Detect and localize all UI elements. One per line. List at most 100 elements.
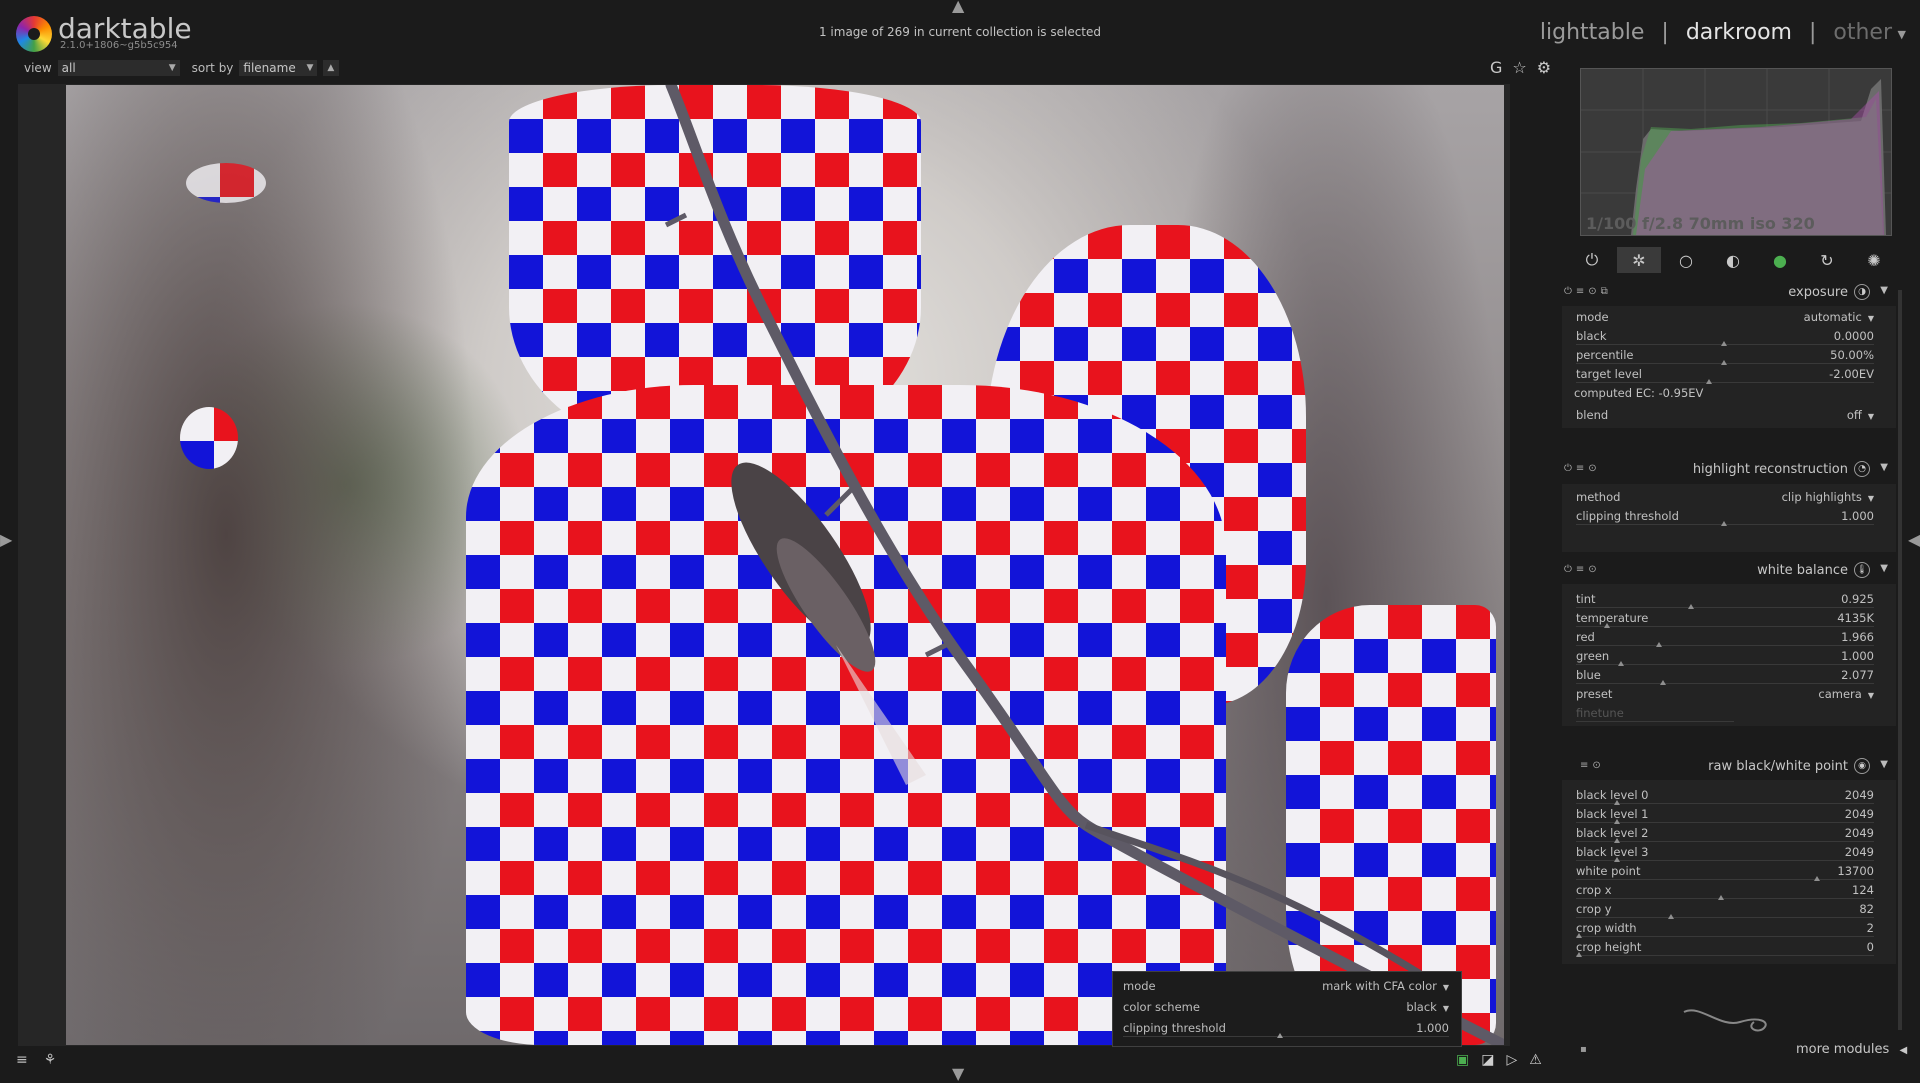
white-balance-module-header[interactable]: ⏻≡⊙ white balance 🌡 ▼ (1562, 560, 1898, 582)
exposure-black-slider[interactable]: black 0.0000 (1576, 329, 1874, 346)
exposure-mode-row[interactable]: mode automatic ▼ (1576, 310, 1874, 326)
slider-track (1576, 936, 1874, 937)
preset-value: camera ▼ (1818, 687, 1874, 701)
crop-x-slider[interactable]: crop x 124 (1576, 883, 1874, 900)
red-label: red (1576, 630, 1595, 644)
slider-marker[interactable] (1814, 876, 1820, 881)
expand-arrow-icon[interactable]: ▼ (1880, 759, 1888, 770)
sort-ascending-icon: ▲ (327, 63, 335, 73)
black-level-1-value: 2049 (1844, 807, 1874, 821)
crop-y-slider[interactable]: crop y 82 (1576, 902, 1874, 919)
power-icon[interactable]: ⏻ (1570, 247, 1614, 273)
slider-marker[interactable] (1688, 604, 1694, 609)
softproof-icon[interactable]: ▷ (1506, 1052, 1517, 1068)
center-image[interactable] (66, 85, 1504, 1045)
wb-green-slider[interactable]: green 1.000 (1576, 649, 1874, 666)
basic-circle-icon[interactable]: ○ (1664, 247, 1708, 273)
chevron-down-icon: ▼ (1442, 1004, 1449, 1013)
module-controls-icon[interactable]: ⏻≡⊙ (1564, 564, 1601, 575)
slider-marker[interactable] (1576, 952, 1582, 957)
raw-black-white-icon: ◉ (1854, 758, 1870, 774)
raw-overexposed-indicator-icon[interactable]: ▣ (1456, 1052, 1469, 1068)
crop-height-slider[interactable]: crop height 0 (1576, 940, 1874, 957)
highlight-clipping-threshold-slider[interactable]: clipping threshold 1.000 (1576, 509, 1874, 526)
crop-width-slider[interactable]: crop width 2 (1576, 921, 1874, 938)
color-scheme-row[interactable]: color scheme black ▼ (1123, 1000, 1449, 1016)
exposure-blend-row[interactable]: blend off ▼ (1576, 408, 1874, 424)
slider-marker[interactable] (1721, 521, 1727, 526)
crop-width-value: 2 (1866, 921, 1874, 935)
collapse-left-panel-icon[interactable]: ▶ (0, 530, 12, 549)
wb-tint-slider[interactable]: tint 0.925 (1576, 592, 1874, 609)
histogram[interactable] (1580, 68, 1892, 236)
wb-temperature-slider[interactable]: temperature 4135K (1576, 611, 1874, 628)
slider-marker[interactable] (1604, 623, 1610, 628)
view-lighttable[interactable]: lighttable (1540, 20, 1644, 45)
slider-marker[interactable] (1721, 360, 1727, 365)
more-modules-menu-icon[interactable]: ▪ (1580, 1044, 1587, 1055)
black-level-3-slider[interactable]: black level 3 2049 (1576, 845, 1874, 862)
collapse-bottom-arrow-icon[interactable]: ▼ (952, 1064, 964, 1083)
hamburger-menu-icon[interactable]: ≡ (16, 1052, 28, 1068)
overexposed-indicator-icon[interactable]: ◪ (1481, 1052, 1494, 1068)
slider-marker[interactable] (1277, 1033, 1283, 1038)
slider-marker[interactable] (1614, 800, 1620, 805)
correct-icon[interactable]: ↻ (1805, 247, 1849, 273)
wb-red-slider[interactable]: red 1.966 (1576, 630, 1874, 647)
slider-marker[interactable] (1668, 914, 1674, 919)
star-overlay-icon[interactable]: ☆ (1512, 58, 1526, 77)
slider-marker[interactable] (1614, 819, 1620, 824)
exposure-target-level-slider[interactable]: target level -2.00EV (1576, 367, 1874, 384)
styles-icon[interactable]: ⚘ (44, 1052, 57, 1068)
exposure-module-header[interactable]: ⏻≡⊙⧉ exposure ◑ ▼ (1562, 282, 1898, 304)
color-scheme-label: color scheme (1123, 1000, 1200, 1014)
gear-icon[interactable]: ⚙ (1537, 58, 1551, 77)
module-controls-icon[interactable]: ⏻≡⊙ (1564, 463, 1601, 474)
clipping-mode-row[interactable]: mode mark with CFA color ▼ (1123, 979, 1449, 995)
slider-marker[interactable] (1614, 838, 1620, 843)
grouping-icon[interactable]: G (1490, 58, 1502, 77)
effect-icon[interactable]: ✺ (1852, 247, 1896, 273)
favorite-icon[interactable]: ✲ (1617, 247, 1661, 273)
right-panel-scrollbar[interactable] (1898, 290, 1902, 1030)
white-point-slider[interactable]: white point 13700 (1576, 864, 1874, 881)
gamut-check-icon[interactable]: ⚠ (1529, 1052, 1542, 1068)
highlight-reconstruction-module-header[interactable]: ⏻≡⊙ highlight reconstruction ◔ ▼ (1562, 459, 1898, 481)
slider-marker[interactable] (1660, 680, 1666, 685)
color-icon[interactable]: ● (1758, 247, 1802, 273)
slider-marker[interactable] (1718, 895, 1724, 900)
module-controls-icon[interactable]: ≡⊙ (1580, 760, 1605, 771)
expand-arrow-icon[interactable]: ▼ (1880, 462, 1888, 473)
wb-blue-slider[interactable]: blue 2.077 (1576, 668, 1874, 685)
collapse-right-panel-icon[interactable]: ◀ (1908, 530, 1920, 549)
view-filter-combo[interactable]: all ▼ (57, 60, 180, 76)
slider-marker[interactable] (1706, 379, 1712, 384)
expand-arrow-icon[interactable]: ▼ (1880, 285, 1888, 296)
collapse-top-arrow-icon[interactable]: ▲ (952, 0, 964, 15)
more-modules-expander[interactable]: more modules ◀ (1796, 1042, 1907, 1057)
wb-preset-row[interactable]: preset camera ▼ (1576, 687, 1874, 703)
slider-marker[interactable] (1618, 661, 1624, 666)
clipping-threshold-value: 1.000 (1416, 1021, 1449, 1035)
raw-black-white-module-header[interactable]: ≡⊙ raw black/white point ◉ ▼ (1562, 756, 1898, 778)
views-dropdown-icon[interactable]: ▼ (1898, 28, 1906, 41)
sort-combo[interactable]: filename ▼ (239, 60, 318, 76)
slider-marker[interactable] (1576, 933, 1582, 938)
slider-marker[interactable] (1614, 857, 1620, 862)
exposure-percentile-slider[interactable]: percentile 50.00% (1576, 348, 1874, 365)
highlight-method-row[interactable]: method clip highlights ▼ (1576, 490, 1874, 506)
view-other[interactable]: other (1833, 20, 1892, 45)
black-level-1-slider[interactable]: black level 1 2049 (1576, 807, 1874, 824)
module-controls-icon[interactable]: ⏻≡⊙⧉ (1564, 286, 1612, 297)
clipping-threshold-slider[interactable]: clipping threshold 1.000 (1123, 1021, 1449, 1038)
black-level-0-slider[interactable]: black level 0 2049 (1576, 788, 1874, 805)
view-darkroom[interactable]: darkroom (1686, 20, 1792, 45)
slider-marker[interactable] (1656, 642, 1662, 647)
black-level-2-slider[interactable]: black level 2 2049 (1576, 826, 1874, 843)
crop-height-value: 0 (1866, 940, 1874, 954)
view-switcher: lighttable | darkroom | other (1538, 20, 1894, 45)
slider-marker[interactable] (1721, 341, 1727, 346)
sort-order-button[interactable]: ▲ (323, 60, 340, 76)
tone-icon[interactable]: ◐ (1711, 247, 1755, 273)
expand-arrow-icon[interactable]: ▼ (1880, 563, 1888, 574)
